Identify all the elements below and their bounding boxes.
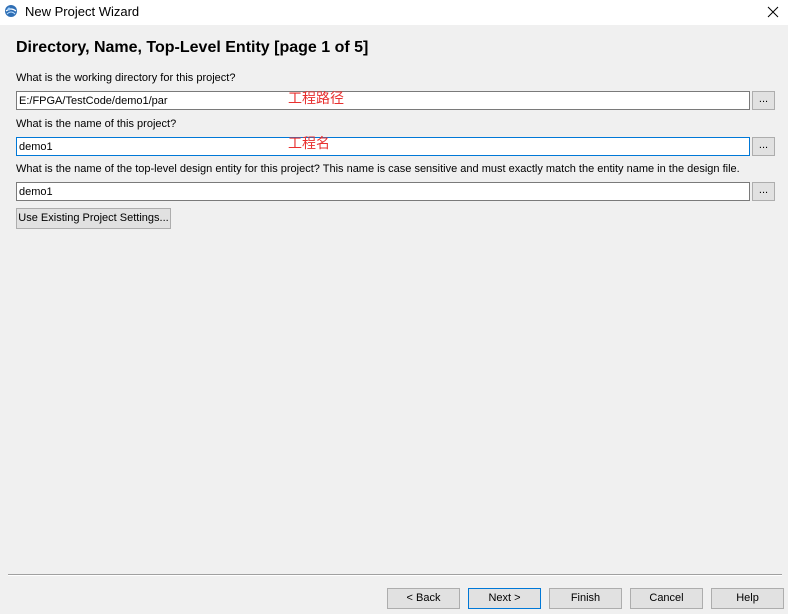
- top-level-question: What is the name of the top-level design…: [16, 163, 740, 175]
- window-title: New Project Wizard: [25, 4, 140, 19]
- project-name-browse-button[interactable]: ...: [752, 137, 775, 156]
- top-level-browse-button[interactable]: ...: [752, 182, 775, 201]
- directory-annotation: 工程路径: [288, 91, 344, 107]
- project-name-input[interactable]: [16, 137, 750, 156]
- close-button[interactable]: [758, 0, 788, 25]
- footer-separator: [8, 574, 782, 576]
- close-icon: [767, 6, 779, 18]
- quartus-globe-icon: [5, 5, 17, 17]
- next-button[interactable]: Next >: [468, 588, 541, 609]
- directory-question: What is the working directory for this p…: [16, 72, 236, 84]
- cancel-button[interactable]: Cancel: [630, 588, 703, 609]
- project-name-question: What is the name of this project?: [16, 118, 177, 130]
- directory-browse-button[interactable]: ...: [752, 91, 775, 110]
- page-title: Directory, Name, Top-Level Entity [page …: [16, 39, 369, 56]
- title-bar: New Project Wizard: [0, 0, 788, 25]
- finish-button[interactable]: Finish: [549, 588, 622, 609]
- use-existing-settings-button[interactable]: Use Existing Project Settings...: [16, 208, 171, 229]
- directory-input[interactable]: [16, 91, 750, 110]
- new-project-wizard-window: New Project Wizard Directory, Name, Top-…: [0, 0, 788, 614]
- back-button[interactable]: < Back: [387, 588, 460, 609]
- top-level-entity-input[interactable]: [16, 182, 750, 201]
- project-name-annotation: 工程名: [288, 136, 330, 152]
- help-button[interactable]: Help: [711, 588, 784, 609]
